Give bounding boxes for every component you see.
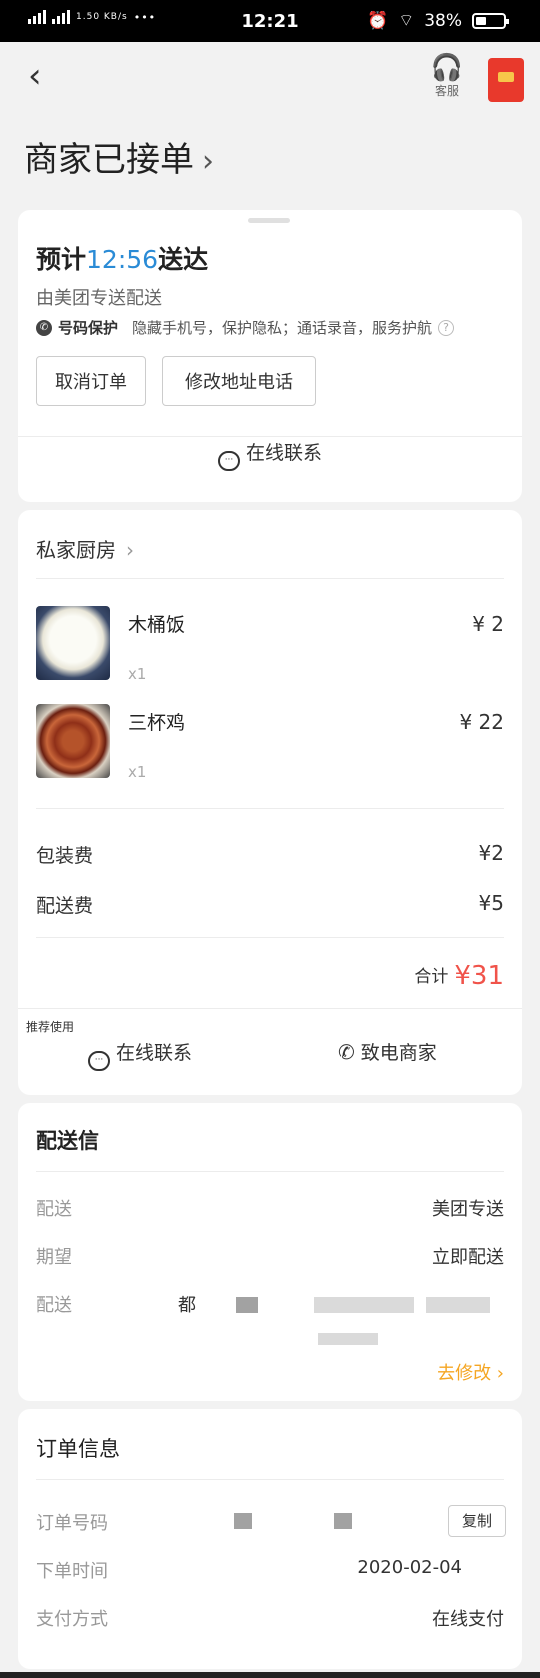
- redacted-block: [234, 1513, 252, 1529]
- online-contact-label: 在线联系: [116, 1042, 193, 1064]
- online-contact-label: 在线联系: [245, 442, 322, 464]
- cancel-order-button[interactable]: 取消订单: [36, 356, 146, 406]
- fee-label: 配送费: [36, 895, 94, 917]
- back-button[interactable]: ‹: [28, 56, 42, 96]
- protection-text: 隐藏手机号，保护隐私；通话录音，服务护航: [132, 319, 433, 337]
- order-total: 合计 ¥31: [414, 961, 504, 991]
- item-image-rice: [36, 606, 110, 680]
- battery-icon: [472, 12, 509, 29]
- redacted-block: [314, 1297, 414, 1313]
- order-status-text: 商家已接单: [24, 140, 194, 180]
- order-info-card: 订单信息 订单号码 复制 下单时间 2020-02-04 支付方式 在线支付: [18, 1409, 522, 1669]
- divider: [36, 937, 504, 938]
- phone-icon: ✆: [338, 1040, 355, 1064]
- row-label: 支付方式: [36, 1609, 108, 1630]
- fee-value: ¥2: [478, 841, 504, 865]
- shop-name-text: 私家厨房: [36, 538, 116, 562]
- item-qty: x1: [128, 763, 147, 781]
- section-title: 订单信息: [36, 1437, 120, 1461]
- item-image-chicken: [36, 704, 110, 778]
- wifi-icon: ⌔: [398, 11, 415, 31]
- eta-prefix: 预计: [36, 245, 87, 274]
- item-price: ¥ 2: [472, 612, 504, 636]
- divider: [36, 1171, 504, 1172]
- chevron-right-icon: ›: [126, 538, 134, 562]
- customer-service-label: 客服: [434, 84, 459, 98]
- drag-handle[interactable]: [248, 218, 290, 223]
- eta-time: 12:56: [86, 245, 159, 274]
- item-name: 三杯鸡: [128, 712, 186, 734]
- order-card: 私家厨房 › 木桶饭 x1 ¥ 2 三杯鸡 x1 ¥ 22 包装费 ¥2 配送费 …: [18, 510, 522, 1095]
- headset-icon: 🎧: [430, 53, 464, 83]
- row-value: 2020-02-04: [357, 1557, 462, 1578]
- total-label: 合计: [414, 967, 449, 987]
- copy-button[interactable]: 复制: [448, 1505, 506, 1537]
- row-value: 立即配送: [432, 1247, 504, 1268]
- online-contact-button[interactable]: ··· 在线联系: [88, 1038, 192, 1071]
- chat-icon: ···: [88, 1051, 110, 1071]
- online-contact-button[interactable]: ··· 在线联系: [18, 438, 522, 471]
- row-label: 期望: [36, 1247, 72, 1268]
- item-name: 木桶饭: [128, 614, 186, 636]
- redacted-block: [318, 1333, 378, 1345]
- customer-service-button[interactable]: 🎧 客服: [424, 54, 470, 99]
- section-title: 配送信: [36, 1129, 99, 1153]
- call-merchant-button[interactable]: ✆ 致电商家: [338, 1038, 437, 1065]
- row-label: 订单号码: [36, 1513, 108, 1534]
- phone-icon: ✆: [36, 319, 52, 336]
- divider: [36, 1479, 504, 1480]
- status-bar: 1.50 KB/s ••• 12:21 ⏰ ⌔ 38%: [0, 0, 540, 42]
- status-right: ⏰ ⌔ 38%: [367, 10, 509, 31]
- row-label: 配送: [36, 1199, 72, 1220]
- row-value: 美团专送: [432, 1199, 504, 1220]
- eta: 预计12:56送达: [36, 240, 208, 276]
- alarm-icon: ⏰: [367, 10, 389, 31]
- row-label: 配送: [36, 1295, 72, 1316]
- redacted-block: [334, 1513, 352, 1529]
- divider: [18, 436, 522, 437]
- top-nav: ‹ 🎧 客服: [0, 42, 540, 112]
- red-packet-icon[interactable]: [488, 58, 524, 102]
- row-label: 下单时间: [36, 1561, 108, 1582]
- fee-value: ¥5: [478, 891, 504, 915]
- number-protection: ✆ 号码保护 隐藏手机号，保护隐私；通话录音，服务护航 ?: [36, 317, 455, 338]
- rider-text: 由美团专送配送: [36, 288, 162, 309]
- recommend-label: 推荐使用: [26, 1020, 75, 1034]
- redacted-block: [236, 1297, 258, 1313]
- bottom-bar: [0, 1672, 540, 1678]
- redacted-block: [426, 1297, 490, 1313]
- divider: [18, 1008, 522, 1009]
- delivery-info-card: 配送信 配送 美团专送 期望 立即配送 配送 都 去修改 ›: [18, 1103, 522, 1401]
- edit-address-link[interactable]: 去修改 ›: [437, 1359, 504, 1385]
- divider: [36, 808, 504, 809]
- call-merchant-label: 致电商家: [360, 1042, 437, 1064]
- chat-icon: ···: [217, 451, 240, 471]
- shop-name[interactable]: 私家厨房 ›: [36, 534, 134, 563]
- address-partial: 都: [178, 1295, 196, 1316]
- item-qty: x1: [128, 665, 147, 683]
- item-price: ¥ 22: [459, 710, 504, 734]
- battery-percent: 38%: [424, 10, 462, 31]
- fee-label: 包装费: [36, 845, 94, 867]
- chevron-right-icon: ›: [202, 144, 214, 179]
- modify-address-button[interactable]: 修改地址电话: [162, 356, 316, 406]
- divider: [36, 578, 504, 579]
- help-icon[interactable]: ?: [438, 319, 455, 336]
- total-value: ¥31: [454, 961, 504, 991]
- protection-tag: 号码保护: [58, 319, 119, 337]
- row-value: 在线支付: [432, 1609, 504, 1630]
- order-status-title[interactable]: 商家已接单 ›: [24, 132, 214, 181]
- eta-suffix: 送达: [158, 245, 209, 274]
- delivery-card: 预计12:56送达 由美团专送配送 ✆ 号码保护 隐藏手机号，保护隐私；通话录音…: [18, 210, 522, 502]
